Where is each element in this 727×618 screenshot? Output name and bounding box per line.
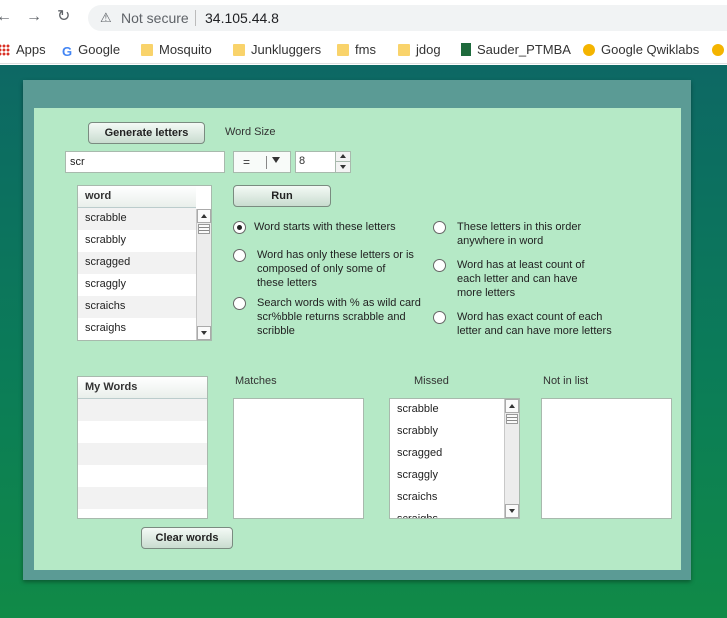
folder-icon (337, 44, 349, 56)
matches-list[interactable] (233, 398, 364, 519)
url-text[interactable]: 34.105.44.8 (205, 10, 279, 26)
chevron-down-icon (272, 157, 280, 163)
bookmark-google[interactable]: G Google (62, 42, 120, 59)
missed-list[interactable]: scrabble scrabbly scragged scraggly scra… (389, 398, 520, 519)
scroll-thumb[interactable] (198, 224, 210, 234)
my-words-header: My Words (78, 377, 207, 399)
bookmark-fms[interactable]: fms (337, 42, 376, 57)
list-item[interactable]: scrabble (78, 208, 196, 230)
option-wildcard-radio[interactable] (233, 297, 246, 310)
bookmark-qwiklabs[interactable]: Google Qwiklabs (583, 42, 699, 57)
word-list[interactable]: word scrabble scrabbly scragged scraggly… (77, 185, 212, 341)
option-starts-with-label: Word starts with these letters (254, 221, 396, 233)
word-size-label: Word Size (225, 126, 276, 138)
list-item[interactable]: scraggly (78, 274, 196, 296)
word-list-scrollbar[interactable] (196, 209, 211, 340)
letters-input[interactable] (65, 151, 225, 173)
bookmark-overflow[interactable] (712, 42, 727, 57)
word-list-rows: scrabble scrabbly scragged scraggly scra… (78, 208, 196, 340)
list-item[interactable]: scrabbly (390, 421, 504, 443)
my-words-list[interactable]: My Words (77, 376, 208, 519)
qwiklabs-icon (712, 44, 724, 56)
list-item (78, 487, 207, 509)
google-icon: G (62, 44, 73, 59)
scroll-down-button[interactable] (505, 504, 519, 518)
folder-icon (141, 44, 153, 56)
matches-label: Matches (235, 375, 277, 387)
bookmark-sauder[interactable]: Sauder_PTMBA (461, 42, 571, 57)
scroll-down-button[interactable] (197, 326, 211, 340)
bookmark-junkluggers[interactable]: Junkluggers (233, 42, 321, 57)
address-divider (195, 10, 196, 26)
not-in-list-box[interactable] (541, 398, 672, 519)
option-only-letters-label: Word has only these letters or is compos… (257, 249, 414, 289)
list-item (78, 399, 207, 421)
forward-icon[interactable]: → (26, 8, 42, 26)
list-item (78, 465, 207, 487)
word-finder-panel: Generate letters Word Size = 8 word scra… (34, 108, 681, 570)
list-item[interactable]: scraichs (78, 296, 196, 318)
list-item[interactable]: scraggly (390, 465, 504, 487)
arrow-up-icon (201, 214, 207, 218)
list-item[interactable]: scraighs (390, 509, 504, 518)
option-only-letters-radio[interactable] (233, 249, 246, 262)
arrow-down-icon (509, 509, 515, 513)
missed-list-rows: scrabble scrabbly scragged scraggly scra… (390, 399, 504, 518)
folder-icon (233, 44, 245, 56)
sauder-icon (461, 43, 471, 56)
clear-words-button[interactable]: Clear words (141, 527, 233, 549)
scroll-thumb[interactable] (506, 414, 518, 424)
option-starts-with-radio[interactable] (233, 221, 246, 234)
not-in-list-label: Not in list (543, 375, 589, 387)
address-bar[interactable]: ⚠ Not secure 34.105.44.8 (88, 5, 727, 31)
security-status: Not secure (121, 10, 189, 26)
bookmark-jdog[interactable]: jdog (398, 42, 441, 57)
select-divider (266, 156, 267, 169)
option-in-order-radio[interactable] (433, 221, 446, 234)
my-words-rows (78, 399, 207, 509)
list-item[interactable]: scrabble (390, 399, 504, 421)
operator-select[interactable]: = (233, 151, 291, 173)
qwiklabs-icon (583, 44, 595, 56)
list-item[interactable]: scragged (78, 252, 196, 274)
bookmarks-bar: Apps G Google Mosquito Junkluggers fms jd… (0, 36, 727, 64)
missed-label: Missed (414, 375, 449, 387)
warning-icon: ⚠ (100, 10, 112, 25)
list-item (78, 443, 207, 465)
bookmark-mosquito[interactable]: Mosquito (141, 42, 212, 57)
word-size-stepper[interactable]: 8 (295, 151, 351, 173)
list-item[interactable]: scragged (390, 443, 504, 465)
back-icon[interactable]: ← (0, 8, 12, 26)
option-wildcard-label: Search words with % as wild card scr%bbl… (257, 297, 421, 337)
word-column-header[interactable]: word (78, 186, 196, 208)
option-at-least-radio[interactable] (433, 259, 446, 272)
scroll-up-button[interactable] (505, 399, 519, 413)
scroll-up-button[interactable] (197, 209, 211, 223)
arrow-down-icon (201, 331, 207, 335)
list-item (78, 421, 207, 443)
list-item[interactable]: scraighs (78, 318, 196, 340)
option-in-order-label: These letters in this order anywhere in … (457, 221, 582, 247)
option-exact-count-label: Word has exact count of each letter and … (457, 311, 612, 337)
option-at-least-label: Word has at least count of each letter a… (457, 259, 585, 299)
generate-letters-button[interactable]: Generate letters (88, 122, 205, 144)
decrement-button[interactable] (335, 162, 350, 172)
folder-icon (398, 44, 410, 56)
run-button[interactable]: Run (233, 185, 331, 207)
list-item[interactable]: scrabbly (78, 230, 196, 252)
arrow-down-icon (340, 165, 346, 169)
reload-icon[interactable]: ↻ (57, 8, 70, 26)
apps-grid-icon (0, 44, 10, 56)
arrow-up-icon (509, 404, 515, 408)
option-exact-count-radio[interactable] (433, 311, 446, 324)
bookmark-apps[interactable]: Apps (0, 42, 46, 57)
list-item[interactable]: scraichs (390, 487, 504, 509)
arrow-up-icon (340, 154, 346, 158)
increment-button[interactable] (335, 152, 350, 162)
missed-list-scrollbar[interactable] (504, 399, 519, 518)
browser-toolbar: ← → ↻ ⚠ Not secure 34.105.44.8 (0, 0, 727, 36)
